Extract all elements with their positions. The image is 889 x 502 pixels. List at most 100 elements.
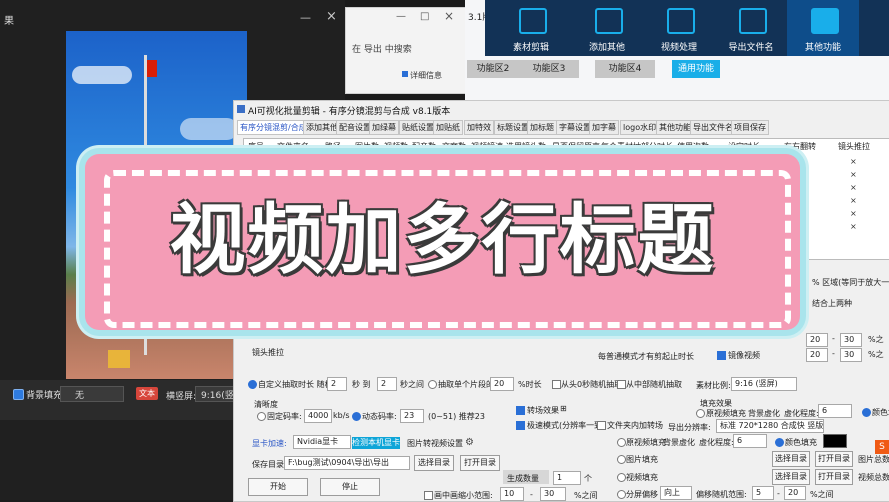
fast-mode-checkbox[interactable] <box>516 421 525 430</box>
mirror-checkbox[interactable] <box>717 351 726 360</box>
cell-x-mark: × <box>850 209 857 218</box>
from-zero-checkbox[interactable] <box>552 380 561 389</box>
pip-from-input[interactable]: 10 <box>500 487 524 501</box>
tab-add-subtitle[interactable]: 加字幕 <box>589 120 619 135</box>
single-clip-input[interactable]: 20 <box>490 377 514 391</box>
color-fill-radio-2[interactable] <box>775 438 784 447</box>
general-function-button[interactable]: 通用功能 <box>672 60 720 78</box>
function-area-3-button[interactable]: 功能区3 <box>519 60 579 78</box>
text-button[interactable]: 文本 <box>136 387 158 400</box>
fixed-bitrate-radio[interactable] <box>257 412 266 421</box>
video-fill-radio[interactable] <box>617 473 626 482</box>
column-header[interactable]: 每个素材抽部分时长 <box>601 141 673 152</box>
toolbar-video-button[interactable]: 视频处理 <box>643 0 715 56</box>
single-clip-radio[interactable] <box>428 380 437 389</box>
tab-other-functions[interactable]: 其他功能 <box>656 120 694 135</box>
maximize-icon[interactable]: □ <box>420 11 429 22</box>
gear-icon[interactable]: ⚙ <box>465 437 474 448</box>
tab-sticker-settings[interactable]: 贴纸设置 <box>399 120 437 135</box>
clip-to-input[interactable]: 2 <box>377 377 397 391</box>
pic-select-dir-button[interactable]: 选择目录 <box>772 451 810 467</box>
split-offset-radio[interactable] <box>617 490 626 499</box>
minimize-icon[interactable]: — <box>396 11 406 22</box>
column-header[interactable]: 是否保留原声 <box>552 141 600 152</box>
pip-to-input[interactable]: 30 <box>540 487 566 501</box>
pic-open-dir-button[interactable]: 打开目录 <box>815 451 853 467</box>
offset-to-input[interactable]: 20 <box>784 486 806 500</box>
offset-direction-select[interactable]: 向上 <box>660 486 692 500</box>
color-swatch[interactable] <box>823 434 847 448</box>
dynamic-bitrate-input[interactable]: 23 <box>400 409 424 423</box>
bg-blur-label: 背景虚化 <box>748 409 780 418</box>
tab-add-title[interactable]: 加标题 <box>527 120 557 135</box>
start-button[interactable]: 开始 <box>248 478 308 496</box>
search-input[interactable]: 在 导出 中搜索 <box>352 42 412 55</box>
column-header[interactable]: 图片数 <box>355 141 379 152</box>
save-dir-input[interactable]: F:\bug测试\0904\导出\导出 <box>284 456 410 470</box>
tab-add-sticker[interactable]: 加贴纸 <box>433 120 463 135</box>
fast-mode-label: 极速模式(分辨率一致) <box>527 421 606 430</box>
function-area-4-button[interactable]: 功能区4 <box>595 60 655 78</box>
custom-clip-radio[interactable] <box>248 380 257 389</box>
column-header[interactable]: 路径 <box>325 141 341 152</box>
tab-export-filename[interactable]: 导出文件名 <box>690 120 736 135</box>
close-icon[interactable]: × <box>444 9 454 23</box>
pic-fill-radio[interactable] <box>617 455 626 464</box>
save-select-dir-button[interactable]: 选择目录 <box>414 455 454 471</box>
orig-fill-radio[interactable] <box>696 409 705 418</box>
toolbar-export-name-button[interactable]: 导出文件名 <box>715 0 787 56</box>
column-header[interactable]: 选用镜头数 <box>506 141 546 152</box>
combine-note: 结合上两种 <box>812 299 852 308</box>
bg-fill-checkbox[interactable] <box>13 389 24 400</box>
close-icon[interactable]: × <box>326 9 337 24</box>
column-header[interactable]: 使用次数 <box>677 141 709 152</box>
tab-add-effect[interactable]: 加特效 <box>464 120 494 135</box>
tab-green-screen[interactable]: 加绿幕 <box>369 120 399 135</box>
detect-gpu-button[interactable]: 检测本机显卡 <box>352 437 400 449</box>
spin-a-from[interactable]: 20 <box>806 333 828 347</box>
column-header[interactable]: 视频镜速 <box>471 141 503 152</box>
video-select-dir-button[interactable]: 选择目录 <box>772 469 810 485</box>
column-header[interactable]: 视频数 <box>384 141 408 152</box>
toolbar-clip-button[interactable]: 素材剪辑 <box>495 0 567 56</box>
offset-from-input[interactable]: 5 <box>752 486 774 500</box>
orig-fill-radio-2[interactable] <box>617 438 626 447</box>
material-ratio-select[interactable]: 9:16 (竖屏) <box>731 377 797 391</box>
export-res-select[interactable]: 标准 720*1280 合成快 竖版 <box>716 419 824 433</box>
clip-from-input[interactable]: 2 <box>327 377 347 391</box>
function-area-2-button[interactable]: 功能区2 <box>467 60 519 78</box>
transition-icon[interactable]: ⊞ <box>560 404 567 413</box>
blur-select-2[interactable]: 6 <box>733 434 767 448</box>
dynamic-bitrate-radio[interactable] <box>352 412 361 421</box>
generate-count-input[interactable]: 1 <box>553 471 581 485</box>
gpu-select[interactable]: Nvidia显卡 <box>293 435 351 449</box>
column-header[interactable]: 设定时长 <box>728 141 760 152</box>
video-open-dir-button[interactable]: 打开目录 <box>815 469 853 485</box>
tab-project-save[interactable]: 项目保存 <box>731 120 769 135</box>
pip-checkbox[interactable] <box>424 491 433 500</box>
folder-transition-checkbox[interactable] <box>597 421 606 430</box>
tab-logo-watermark[interactable]: logo水印 <box>620 120 660 135</box>
spin-b-from[interactable]: 20 <box>806 348 828 362</box>
column-header[interactable]: 左右翻转 <box>784 141 816 152</box>
toolbar-add-button[interactable]: 添加其他 <box>571 0 643 56</box>
column-header[interactable]: 文件夹名 <box>277 141 309 152</box>
tab-sequence-mix[interactable]: 有序分镜混剪/合成 <box>237 120 310 135</box>
spin-a-to[interactable]: 30 <box>840 333 862 347</box>
color-fill-radio[interactable] <box>862 408 871 417</box>
column-header[interactable]: 配音数 <box>412 141 436 152</box>
details-button[interactable]: 详细信息 <box>410 70 442 81</box>
fill-select[interactable]: 无 <box>60 386 124 402</box>
stop-button[interactable]: 停止 <box>320 478 380 496</box>
fixed-bitrate-input[interactable]: 4000 <box>304 409 332 423</box>
column-header[interactable]: 镜头推拉 <box>838 141 870 152</box>
minimize-icon[interactable]: — <box>300 11 311 24</box>
toolbar-other-button[interactable]: 其他功能 <box>787 0 859 56</box>
save-open-dir-button[interactable]: 打开目录 <box>460 455 500 471</box>
transition-checkbox[interactable] <box>516 406 525 415</box>
column-header[interactable]: 序号 <box>248 141 264 152</box>
column-header[interactable]: 文案数 <box>442 141 466 152</box>
blur-level-select[interactable]: 6 <box>818 404 852 418</box>
spin-b-to[interactable]: 30 <box>840 348 862 362</box>
from-middle-checkbox[interactable] <box>617 380 626 389</box>
